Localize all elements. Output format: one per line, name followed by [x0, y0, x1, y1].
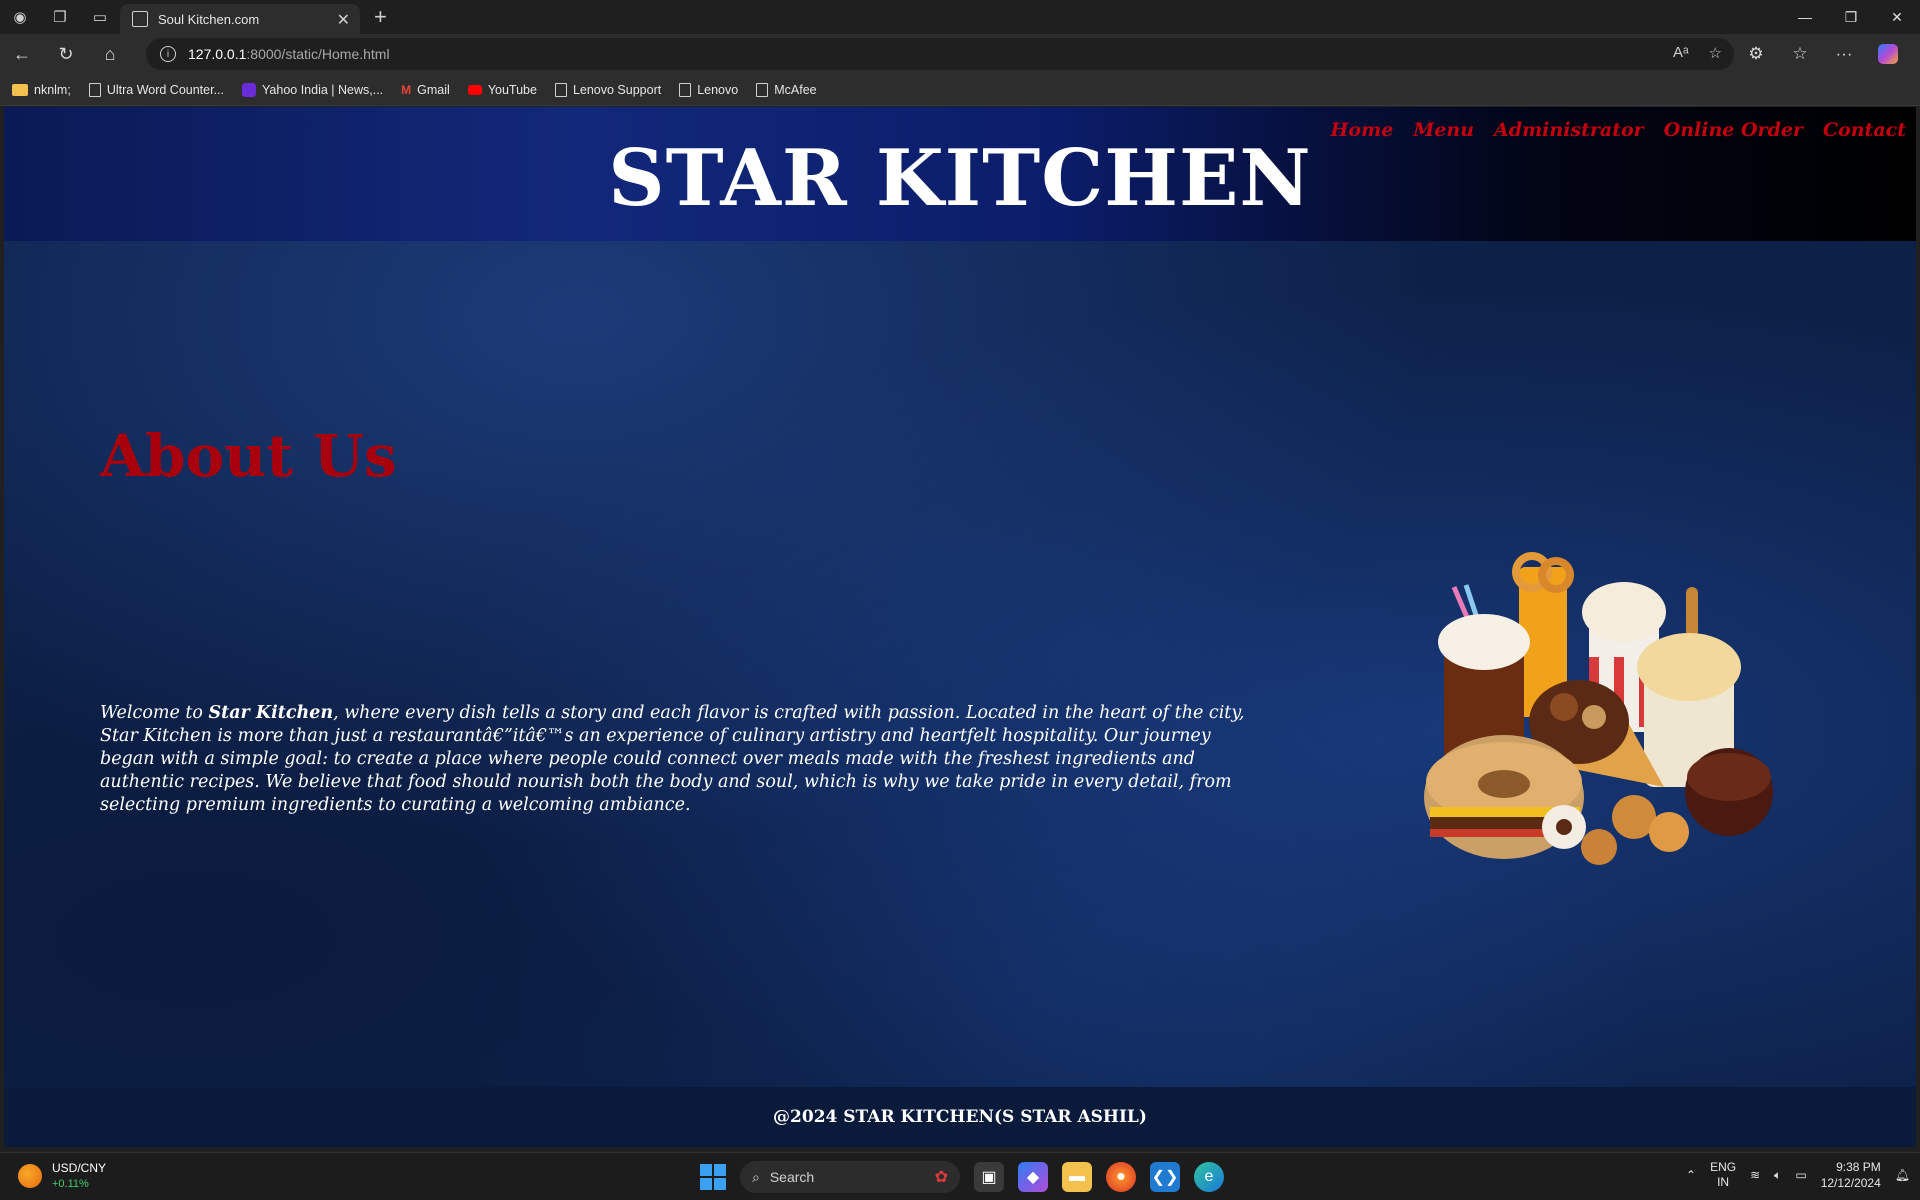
site-footer: @2024 STAR KITCHEN(S STAR ASHIL): [4, 1087, 1916, 1147]
favorites-icon[interactable]: ☆: [1778, 44, 1822, 64]
url-path: :8000/static/Home.html: [246, 46, 390, 62]
nav-contact-link[interactable]: Contact: [1823, 119, 1906, 141]
clock-time: 9:38 PM: [1836, 1160, 1881, 1174]
language-indicator[interactable]: ENG IN: [1710, 1160, 1736, 1190]
notification-bell-icon[interactable]: 🔔︎: [1895, 1168, 1910, 1182]
profile-icon[interactable]: ◉: [0, 0, 40, 34]
chevron-up-icon[interactable]: ⌃: [1686, 1168, 1696, 1182]
weather-widget-icon: [18, 1163, 42, 1188]
taskbar-search[interactable]: ⌕ Search ✿: [740, 1161, 960, 1193]
about-heading: About Us: [100, 422, 397, 490]
site-title: STAR KITCHEN: [608, 133, 1312, 224]
taskbar-apps: ⌕ Search ✿ ▣ ◆ ▬ ● ❮❯ e: [700, 1159, 1224, 1195]
nav-administrator-link[interactable]: Administrator: [1494, 119, 1644, 141]
footer-copyright: @2024 STAR KITCHEN(S STAR ASHIL): [773, 1107, 1147, 1127]
battery-icon[interactable]: ▭: [1795, 1168, 1806, 1182]
nav-home-link[interactable]: Home: [1330, 119, 1393, 141]
minimize-icon[interactable]: —: [1782, 0, 1828, 34]
start-icon[interactable]: [700, 1164, 726, 1190]
clock[interactable]: 9:38 PM 12/12/2024: [1821, 1159, 1881, 1191]
bookmark-lenovo[interactable]: Lenovo: [679, 82, 738, 97]
about-paragraph: Welcome to Star Kitchen, where every dis…: [100, 703, 1245, 815]
folder-icon: [12, 83, 28, 96]
browser-tools: ⚙ ☆ ···: [1734, 34, 1910, 74]
task-view-icon[interactable]: ▣: [974, 1162, 1004, 1192]
volume-icon[interactable]: 🔈︎: [1774, 1168, 1781, 1183]
bookmark-gmail[interactable]: M Gmail: [401, 83, 450, 97]
bookmark-yahoo[interactable]: Yahoo India | News,...: [242, 82, 383, 97]
brand-name: Star Kitchen: [208, 703, 334, 723]
window-controls: — ❐ ✕: [1782, 0, 1920, 34]
page-icon: [756, 82, 769, 97]
search-icon: ⌕: [752, 1168, 760, 1185]
page-icon: [679, 82, 692, 97]
bookmark-ultra-word-counter[interactable]: Ultra Word Counter...: [88, 82, 224, 97]
system-tray: ⌃ ENG IN ≋ 🔈︎ ▭ 9:38 PM 12/12/2024 🔔︎: [1686, 1159, 1910, 1191]
nav-online-order-link[interactable]: Online Order: [1664, 119, 1803, 141]
copilot-app-icon[interactable]: ◆: [1018, 1162, 1048, 1192]
file-explorer-icon[interactable]: ▬: [1062, 1162, 1092, 1192]
bookmark-mcafee[interactable]: McAfee: [756, 82, 817, 97]
url-host: 127.0.0.1: [188, 46, 247, 62]
tab-title: Soul Kitchen.com: [158, 11, 260, 27]
address-input[interactable]: i 127.0.0.1:8000/static/Home.html Aᵃ ☆: [146, 38, 1734, 70]
refresh-button[interactable]: ↻: [44, 34, 88, 74]
new-tab-button[interactable]: +: [374, 4, 387, 30]
page-icon: [132, 11, 148, 27]
currency-widget[interactable]: USD/CNY +0.11%: [18, 1161, 106, 1190]
bookmark-nknlm[interactable]: nknlm;: [12, 83, 71, 97]
read-aloud-icon[interactable]: Aᵃ: [1673, 44, 1689, 62]
bookmark-youtube[interactable]: YouTube: [467, 83, 537, 97]
close-tab-icon[interactable]: ✕: [337, 10, 350, 30]
search-highlight-icon: ✿: [934, 1169, 948, 1186]
home-button[interactable]: ⌂: [88, 34, 132, 74]
browser-tab-bar: ◉ ❐ ▭ Soul Kitchen.com ✕ + — ❐ ✕: [0, 0, 1920, 34]
address-toolbar: ← ↻ ⌂ i 127.0.0.1:8000/static/Home.html …: [0, 34, 1920, 74]
yahoo-icon: [242, 82, 257, 97]
food-image: [1424, 552, 1773, 865]
copilot-icon[interactable]: [1878, 44, 1898, 64]
nav-menu-link[interactable]: Menu: [1413, 119, 1474, 141]
gmail-icon: M: [401, 82, 412, 97]
firefox-icon[interactable]: ●: [1106, 1162, 1136, 1192]
site-nav: Home Menu Administrator Online Order Con…: [1330, 119, 1906, 141]
clock-date: 12/12/2024: [1820, 1176, 1881, 1190]
extensions-icon[interactable]: ⚙: [1734, 44, 1778, 64]
bookmarks-bar: nknlm; Ultra Word Counter... Yahoo India…: [0, 74, 1920, 106]
favorite-star-icon[interactable]: ☆: [1709, 44, 1722, 62]
wifi-icon[interactable]: ≋: [1750, 1168, 1760, 1182]
web-page: STAR KITCHEN Home Menu Administrator Onl…: [4, 107, 1916, 1147]
bookmark-lenovo-support[interactable]: Lenovo Support: [554, 82, 661, 97]
tab-actions-icon[interactable]: ▭: [80, 0, 120, 34]
youtube-icon: [467, 84, 482, 95]
widget-title: USD/CNY: [52, 1161, 107, 1175]
page-icon: [554, 82, 567, 97]
workspaces-icon[interactable]: ❐: [40, 0, 80, 34]
more-menu-icon[interactable]: ···: [1822, 44, 1866, 64]
edge-icon[interactable]: e: [1194, 1162, 1224, 1192]
os-taskbar: USD/CNY +0.11% ⌕ Search ✿ ▣ ◆ ▬ ● ❮❯ e ⌃…: [0, 1152, 1920, 1200]
widget-value: +0.11%: [52, 1178, 89, 1190]
vscode-icon[interactable]: ❮❯: [1150, 1162, 1180, 1192]
page-icon: [88, 82, 101, 97]
browser-tab[interactable]: Soul Kitchen.com ✕: [120, 4, 360, 34]
restore-icon[interactable]: ❐: [1828, 0, 1874, 34]
back-button[interactable]: ←: [0, 34, 44, 74]
close-window-icon[interactable]: ✕: [1874, 0, 1920, 34]
site-header: STAR KITCHEN Home Menu Administrator Onl…: [4, 107, 1916, 241]
site-info-icon[interactable]: i: [160, 46, 176, 62]
search-placeholder: Search: [769, 1169, 815, 1185]
